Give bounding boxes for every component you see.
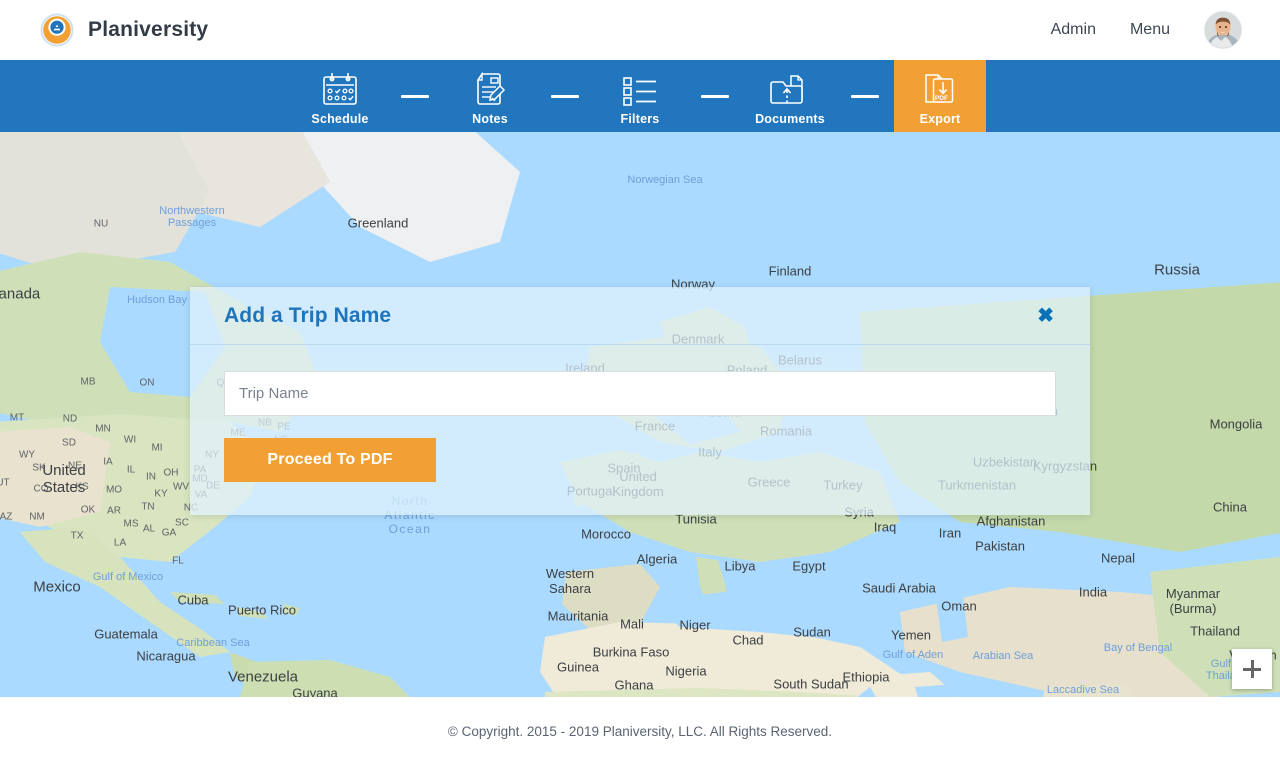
map-viewport[interactable]: CanadaUnited StatesMexicoGuatemalaNicara… [0, 132, 1280, 697]
nav-item-export[interactable]: PDF Export [894, 60, 986, 132]
nav-separator [686, 60, 744, 132]
folder-upload-icon [765, 69, 815, 109]
nav-label-export: Export [919, 111, 961, 126]
site-header: Planiversity Admin Menu [0, 0, 1280, 60]
modal-title: Add a Trip Name [224, 303, 392, 327]
brand[interactable]: Planiversity [40, 13, 208, 47]
nav-label-documents: Documents [755, 111, 825, 126]
modal-header: Add a Trip Name ✖ [190, 287, 1090, 345]
add-trip-name-modal: Add a Trip Name ✖ Proceed To PDF [190, 287, 1090, 515]
calendar-check-icon [317, 69, 363, 109]
pdf-download-icon: PDF [918, 69, 962, 109]
avatar[interactable] [1204, 11, 1242, 49]
nav-separator [536, 60, 594, 132]
brand-name: Planiversity [88, 18, 209, 41]
planiversity-circle-p-logo-icon [40, 13, 74, 47]
modal-body: Proceed To PDF [190, 345, 1090, 482]
copyright-text: © Copyright. 2015 - 2019 Planiversity, L… [447, 723, 833, 739]
trip-name-input[interactable] [224, 371, 1056, 416]
checklist-filter-icon [617, 69, 663, 109]
nav-label-filters: Filters [620, 111, 660, 126]
main-toolbar: Schedule Notes Filters Documents PDF Exp… [0, 60, 1280, 132]
proceed-to-pdf-button[interactable]: Proceed To PDF [224, 438, 436, 482]
close-icon[interactable]: ✖ [1035, 302, 1056, 330]
header-nav: Admin Menu [1051, 11, 1242, 49]
nav-label-schedule: Schedule [311, 111, 369, 126]
menu-link[interactable]: Menu [1130, 21, 1170, 39]
nav-separator [386, 60, 444, 132]
map-zoom-in-button[interactable] [1232, 649, 1272, 689]
admin-link[interactable]: Admin [1051, 21, 1096, 39]
site-footer: © Copyright. 2015 - 2019 Planiversity, L… [0, 697, 1280, 765]
nav-label-notes: Notes [472, 111, 508, 126]
note-pencil-icon [470, 69, 510, 109]
nav-separator [836, 60, 894, 132]
nav-item-schedule[interactable]: Schedule [294, 60, 386, 132]
nav-item-filters[interactable]: Filters [594, 60, 686, 132]
nav-item-documents[interactable]: Documents [744, 60, 836, 132]
nav-item-notes[interactable]: Notes [444, 60, 536, 132]
svg-text:PDF: PDF [935, 95, 948, 102]
